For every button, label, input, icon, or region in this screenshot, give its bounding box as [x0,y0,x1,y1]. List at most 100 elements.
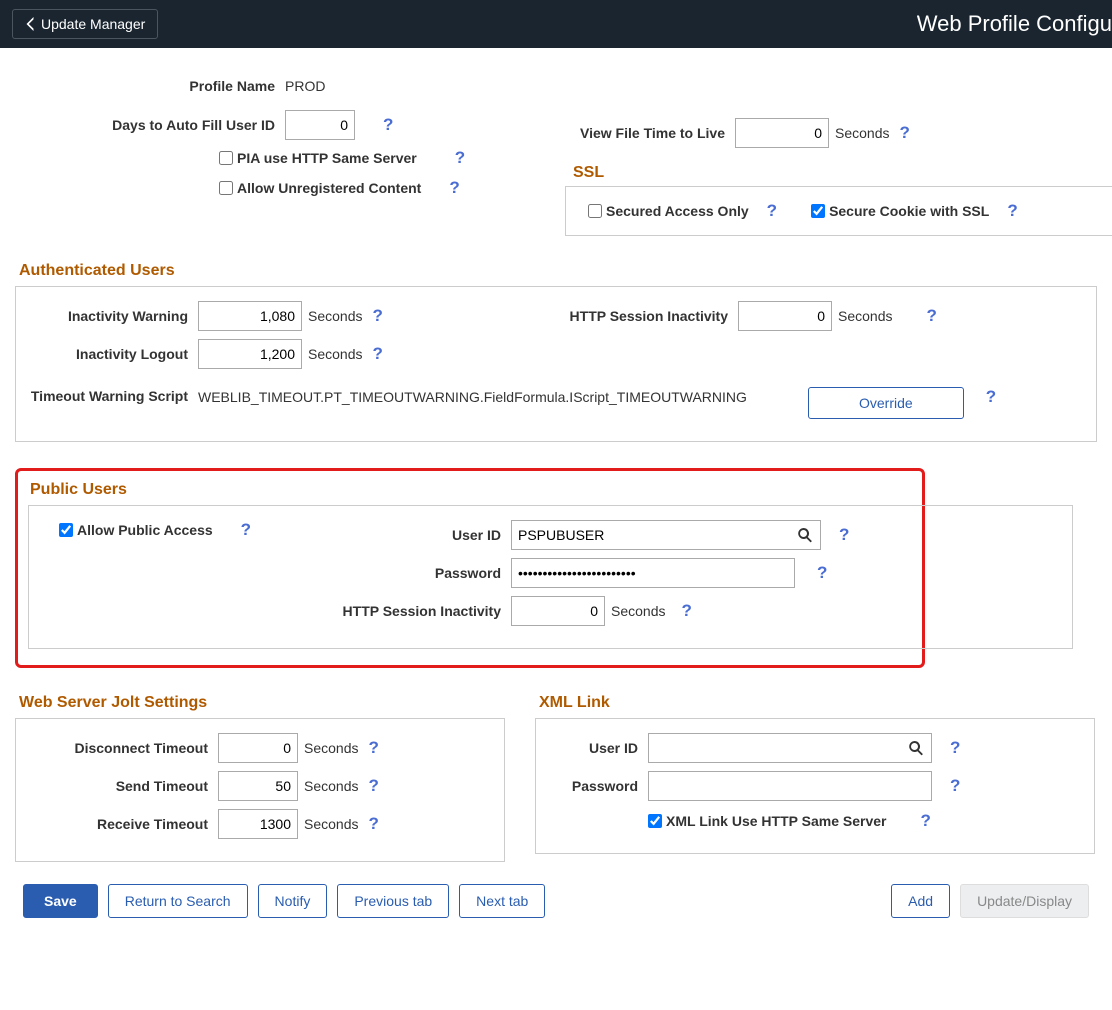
help-send-timeout[interactable]: ? [364,776,382,796]
label-send-timeout: Send Timeout [28,778,218,794]
ssl-box: Secured Access Only ? Secure Cookie with… [565,186,1112,236]
xml-title: XML Link [535,694,1095,712]
content-area: Profile Name PROD Days to Auto Fill User… [0,48,1112,960]
back-label: Update Manager [41,16,145,32]
search-icon-xml-userid[interactable] [908,740,924,756]
ssl-title: SSL [565,164,1112,182]
help-xml-userid[interactable]: ? [946,738,964,758]
search-icon-public-userid[interactable] [797,527,813,543]
label-pia-same-server: PIA use HTTP Same Server [233,150,417,166]
next-tab-button[interactable]: Next tab [459,884,545,918]
help-public-http-session[interactable]: ? [677,601,695,621]
help-allow-public[interactable]: ? [237,520,255,540]
help-secured-access[interactable]: ? [763,201,781,221]
input-days-autofill[interactable] [285,110,355,140]
header-bar: Update Manager Web Profile Configu [0,0,1112,48]
label-allow-public: Allow Public Access [73,522,213,538]
override-button[interactable]: Override [808,387,964,419]
unit-seconds-ttl: Seconds [829,125,895,141]
help-days-autofill[interactable]: ? [379,115,397,135]
label-public-password: Password [311,565,511,581]
input-xml-password[interactable] [648,771,932,801]
chevron-left-icon [25,17,35,31]
help-secure-cookie[interactable]: ? [1003,201,1021,221]
label-view-file-ttl: View File Time to Live [565,125,735,141]
help-inactivity-logout[interactable]: ? [368,344,386,364]
top-section: Profile Name PROD Days to Auto Fill User… [15,78,1097,236]
label-secure-cookie: Secure Cookie with SSL [825,203,989,219]
auth-box: Inactivity Warning Seconds ? Inactivity … [15,286,1097,442]
label-xml-same-server: XML Link Use HTTP Same Server [662,813,886,829]
label-xml-password: Password [548,778,648,794]
help-disconnect-timeout[interactable]: ? [364,738,382,758]
page-title: Web Profile Configu [917,11,1112,37]
unit-seconds-pub: Seconds [605,603,671,619]
label-public-http-session: HTTP Session Inactivity [311,603,511,619]
label-disconnect-timeout: Disconnect Timeout [28,740,218,756]
input-xml-userid[interactable] [648,733,932,763]
jolt-box: Disconnect Timeout Seconds ? Send Timeou… [15,718,505,862]
help-pia-same-server[interactable]: ? [451,148,469,168]
bottom-two-col: Web Server Jolt Settings Disconnect Time… [15,694,1097,862]
value-timeout-script: WEBLIB_TIMEOUT.PT_TIMEOUTWARNING.FieldFo… [198,387,808,405]
label-days-autofill: Days to Auto Fill User ID [15,117,285,133]
auth-title: Authenticated Users [15,262,1097,280]
value-profile-name: PROD [285,78,325,94]
checkbox-allow-public[interactable] [59,523,73,537]
input-inactivity-logout[interactable] [198,339,302,369]
xml-box: User ID ? Password ? [535,718,1095,854]
jolt-title: Web Server Jolt Settings [15,694,505,712]
checkbox-pia-same-server[interactable] [219,151,233,165]
back-button[interactable]: Update Manager [12,9,158,39]
help-receive-timeout[interactable]: ? [364,814,382,834]
unit-seconds-il: Seconds [302,346,368,362]
help-public-password[interactable]: ? [813,563,831,583]
input-inactivity-warning[interactable] [198,301,302,331]
input-public-password[interactable] [511,558,795,588]
input-view-file-ttl[interactable] [735,118,829,148]
update-display-button[interactable]: Update/Display [960,884,1089,918]
unit-seconds-iw: Seconds [302,308,368,324]
footer-buttons: Save Return to Search Notify Previous ta… [15,862,1097,940]
help-auth-http-session[interactable]: ? [922,306,940,326]
label-inactivity-logout: Inactivity Logout [28,346,198,362]
checkbox-xml-same-server[interactable] [648,814,662,828]
unit-seconds-dt: Seconds [298,740,364,756]
previous-tab-button[interactable]: Previous tab [337,884,449,918]
label-profile-name: Profile Name [15,78,285,94]
label-inactivity-warning: Inactivity Warning [28,308,198,324]
help-inactivity-warning[interactable]: ? [368,306,386,326]
return-to-search-button[interactable]: Return to Search [108,884,248,918]
label-auth-http-session: HTTP Session Inactivity [538,308,738,324]
label-allow-unreg: Allow Unregistered Content [233,180,421,196]
input-auth-http-session[interactable] [738,301,832,331]
input-send-timeout[interactable] [218,771,298,801]
help-xml-same-server[interactable]: ? [916,811,934,831]
unit-seconds-rt: Seconds [298,816,364,832]
unit-seconds-hs: Seconds [832,308,898,324]
help-allow-unreg[interactable]: ? [445,178,463,198]
input-receive-timeout[interactable] [218,809,298,839]
label-secured-access: Secured Access Only [602,203,749,219]
save-button[interactable]: Save [23,884,98,918]
label-timeout-script: Timeout Warning Script [28,387,198,405]
public-title: Public Users [26,481,914,499]
input-disconnect-timeout[interactable] [218,733,298,763]
checkbox-allow-unreg[interactable] [219,181,233,195]
help-public-userid[interactable]: ? [835,525,853,545]
help-xml-password[interactable]: ? [946,776,964,796]
label-xml-userid: User ID [548,740,648,756]
notify-button[interactable]: Notify [258,884,328,918]
public-box: Allow Public Access ? User ID ? [28,505,1073,649]
unit-seconds-st: Seconds [298,778,364,794]
add-button[interactable]: Add [891,884,950,918]
input-public-http-session[interactable] [511,596,605,626]
input-public-userid[interactable] [511,520,821,550]
checkbox-secured-access[interactable] [588,204,602,218]
help-override[interactable]: ? [982,387,1000,407]
label-public-userid: User ID [311,527,511,543]
label-receive-timeout: Receive Timeout [28,816,218,832]
checkbox-secure-cookie[interactable] [811,204,825,218]
help-view-file-ttl[interactable]: ? [895,123,913,143]
public-users-highlight: Public Users Allow Public Access ? User … [15,468,925,668]
